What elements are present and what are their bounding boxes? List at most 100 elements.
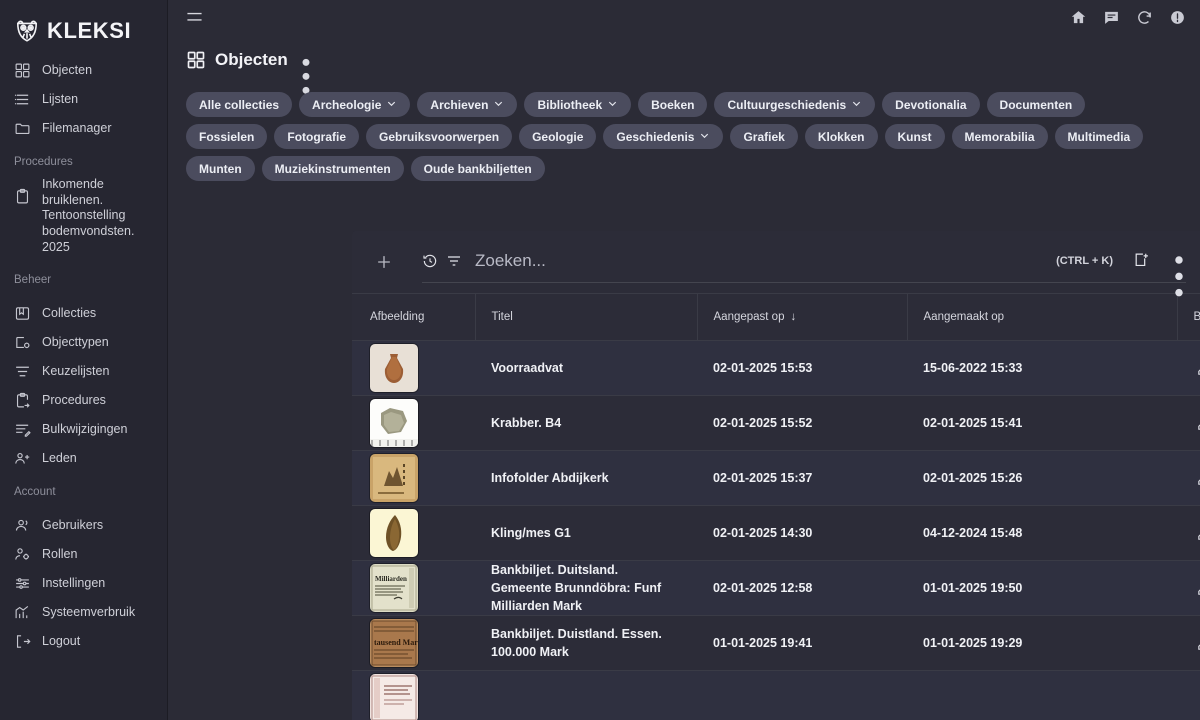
user-add-icon	[14, 450, 31, 467]
banknote-brown-thumb[interactable]: tausend Mark	[370, 619, 418, 667]
pencil-icon[interactable]	[1196, 415, 1200, 432]
cell-beheer	[1177, 396, 1200, 451]
collection-chip-kunst[interactable]: Kunst	[885, 124, 945, 149]
column-header-afbeelding[interactable]: Afbeelding	[352, 294, 475, 341]
home-icon[interactable]	[1070, 9, 1087, 26]
brand[interactable]: KLEKSI	[0, 0, 167, 48]
main-content: Objecten Alle collecties Archeologie Archi…	[168, 0, 1200, 720]
sidebar-item-bulkwijzigingen[interactable]: Bulkwijzigingen	[0, 415, 167, 444]
hamburger-icon[interactable]	[186, 10, 203, 24]
collection-chip-alle-collecties[interactable]: Alle collecties	[186, 92, 292, 117]
blade-knife-thumb[interactable]	[370, 509, 418, 557]
sidebar-item-keuzelijsten[interactable]: Keuzelijsten	[0, 357, 167, 386]
message-icon[interactable]	[1103, 9, 1120, 26]
chip-label: Munten	[199, 162, 242, 176]
sidebar-beheer-nav: Collecties Objecttypen Keuzelijsten	[0, 299, 167, 473]
pencil-icon[interactable]	[1196, 360, 1200, 377]
sidebar-item-leden[interactable]: Leden	[0, 444, 167, 473]
collection-chip-memorabilia[interactable]: Memorabilia	[952, 124, 1048, 149]
collection-chip-muziekinstrumenten[interactable]: Muziekinstrumenten	[262, 156, 404, 181]
alert-icon[interactable]	[1169, 9, 1186, 26]
collection-chip-klokken[interactable]: Klokken	[805, 124, 878, 149]
table-row[interactable]: Voorraadvat02-01-2025 15:5315-06-2022 15…	[352, 341, 1200, 396]
pottery-vessel-thumb[interactable]	[370, 344, 418, 392]
table-row[interactable]: tausend MarkBankbiljet. Duistland. Essen…	[352, 616, 1200, 671]
pencil-icon[interactable]	[1196, 580, 1200, 597]
sidebar-item-lijsten[interactable]: Lijsten	[0, 85, 167, 114]
sidebar-item-gebruikers[interactable]: Gebruikers	[0, 511, 167, 540]
collection-chip-archeologie[interactable]: Archeologie	[299, 92, 410, 117]
refresh-icon[interactable]	[1136, 9, 1153, 26]
search-input[interactable]	[470, 251, 1048, 271]
collection-chip-geologie[interactable]: Geologie	[519, 124, 596, 149]
column-header-aangepast-op[interactable]: Aangepast op↓	[697, 294, 907, 341]
sidebar-item-procedure-entry[interactable]: Inkomende bruiklenen. Tentoonstelling bo…	[0, 173, 167, 261]
sidebar-item-rollen[interactable]: Rollen	[0, 540, 167, 569]
table-row[interactable]: Kling/mes G102-01-2025 14:3004-12-2024 1…	[352, 506, 1200, 561]
collection-chip-grafiek[interactable]: Grafiek	[730, 124, 797, 149]
banknote-green-thumb[interactable]: Milliarden	[370, 564, 418, 612]
chip-label: Alle collecties	[199, 98, 279, 112]
collection-chip-devotionalia[interactable]: Devotionalia	[882, 92, 979, 117]
collection-chip-multimedia[interactable]: Multimedia	[1055, 124, 1144, 149]
sidebar-item-systeemverbruik[interactable]: Systeemverbruik	[0, 598, 167, 627]
collection-chip-oude-bankbiljetten[interactable]: Oude bankbiljetten	[411, 156, 545, 181]
collection-chip-boeken[interactable]: Boeken	[638, 92, 707, 117]
column-header-aangemaakt-op[interactable]: Aangemaakt op	[907, 294, 1177, 341]
filter-icon[interactable]	[446, 253, 462, 269]
sidebar-account-nav: Gebruikers Rollen Instel	[0, 511, 167, 656]
kebab-menu-icon[interactable]	[1172, 253, 1186, 269]
app-root: KLEKSI Objecten Lijs	[0, 0, 1200, 720]
collection-chip-fossielen[interactable]: Fossielen	[186, 124, 267, 149]
sidebar-item-label: Collecties	[42, 306, 96, 322]
objects-table: Afbeelding Titel Aangepast op↓ Aangemaak…	[352, 293, 1200, 720]
column-header-titel[interactable]: Titel	[475, 294, 697, 341]
cell-titel: Kling/mes G1	[475, 506, 697, 561]
pencil-icon[interactable]	[1196, 470, 1200, 487]
collection-chip-gebruiksvoorwerpen[interactable]: Gebruiksvoorwerpen	[366, 124, 512, 149]
search-field-wrapper: (CTRL + K)	[422, 241, 1186, 283]
table-row[interactable]: MilliardenBankbiljet. Duitsland. Gemeent…	[352, 561, 1200, 616]
collection-chip-archieven[interactable]: Archieven	[417, 92, 517, 117]
table-row[interactable]: Infofolder Abdijkerk02-01-2025 15:3702-0…	[352, 451, 1200, 506]
history-icon[interactable]	[422, 253, 438, 269]
column-label: Aangemaakt op	[924, 311, 1005, 323]
sidebar-item-objecten[interactable]: Objecten	[0, 56, 167, 85]
page-title: Objecten	[215, 50, 288, 70]
collection-chip-documenten[interactable]: Documenten	[987, 92, 1086, 117]
table-row[interactable]: Krabber. B402-01-2025 15:5202-01-2025 15…	[352, 396, 1200, 451]
cell-aangemaakt-op	[907, 671, 1177, 720]
infofolder-thumb[interactable]	[370, 454, 418, 502]
collection-chip-geschiedenis[interactable]: Geschiedenis	[603, 124, 723, 149]
collection-chip-cultuurgeschiedenis[interactable]: Cultuurgeschiedenis	[714, 92, 875, 117]
objects-card: (CTRL + K) Afbeel	[352, 231, 1200, 720]
table-row[interactable]	[352, 671, 1200, 720]
cell-titel	[475, 671, 697, 720]
banknote-pink-thumb[interactable]	[370, 674, 418, 720]
column-header-beheer: Beheer	[1177, 294, 1200, 341]
collection-chip-fotografie[interactable]: Fotografie	[274, 124, 359, 149]
stone-scraper-thumb[interactable]	[370, 399, 418, 447]
chip-label: Grafiek	[743, 130, 784, 144]
pencil-icon[interactable]	[1196, 525, 1200, 542]
collection-chip-bibliotheek[interactable]: Bibliotheek	[524, 92, 631, 117]
cell-titel: Voorraadvat	[475, 341, 697, 396]
pencil-icon[interactable]	[1196, 635, 1200, 652]
sidebar-item-instellingen[interactable]: Instellingen	[0, 569, 167, 598]
cell-aangemaakt-op: 01-01-2025 19:50	[907, 561, 1177, 616]
sidebar-section-procedures: Procedures	[0, 143, 167, 173]
sidebar-item-filemanager[interactable]: Filemanager	[0, 114, 167, 143]
plus-icon[interactable]	[374, 252, 394, 272]
page-header: Objecten	[168, 34, 1200, 74]
cell-afbeelding	[352, 396, 475, 451]
sidebar-item-logout[interactable]: Logout	[0, 627, 167, 656]
sidebar-item-objecttypen[interactable]: Objecttypen	[0, 328, 167, 357]
new-document-icon[interactable]	[1133, 252, 1150, 269]
kebab-menu-icon[interactable]	[299, 53, 313, 67]
cell-afbeelding	[352, 671, 475, 720]
sidebar-item-collecties[interactable]: Collecties	[0, 299, 167, 328]
sidebar-item-procedures[interactable]: Procedures	[0, 386, 167, 415]
cell-afbeelding	[352, 341, 475, 396]
table-body: Voorraadvat02-01-2025 15:5315-06-2022 15…	[352, 341, 1200, 720]
collection-chip-munten[interactable]: Munten	[186, 156, 255, 181]
